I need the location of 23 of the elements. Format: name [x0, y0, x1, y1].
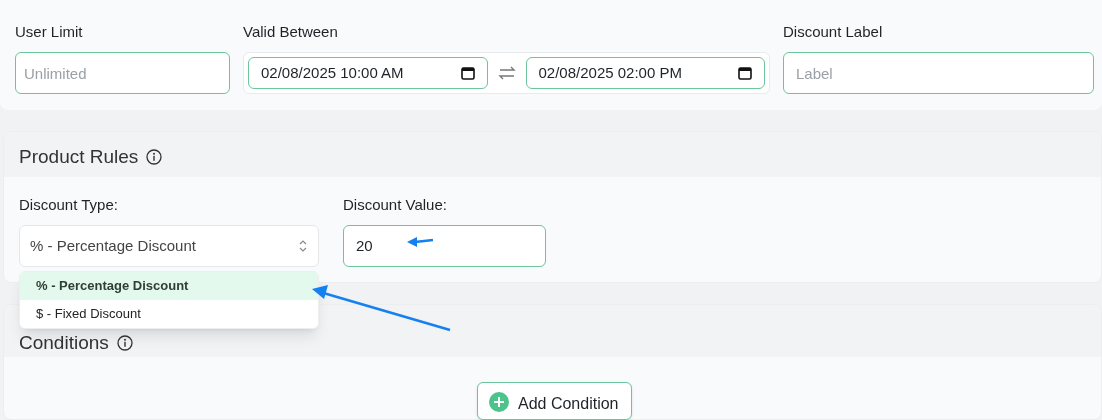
select-field[interactable]: % - Percentage Discount [19, 225, 319, 267]
add-condition-button[interactable]: Add Condition [477, 382, 632, 420]
swap-arrows-icon[interactable] [497, 65, 516, 81]
date-time-field[interactable]: 02/08/2025 02:00 PM [525, 57, 765, 89]
input-field[interactable]: Unlimited [15, 52, 230, 94]
section-title: Product Rules [19, 145, 139, 169]
chevron-updown-icon [298, 239, 308, 253]
plus-circle-icon [489, 392, 509, 412]
info-icon [116, 335, 133, 352]
dropdown-option[interactable]: $ - Fixed Discount [20, 300, 318, 328]
calendar-icon[interactable] [738, 66, 752, 80]
field-label: User Limit [15, 22, 84, 42]
field-label: Valid Between [243, 22, 339, 42]
date-time-field[interactable]: 02/08/2025 10:00 AM [248, 57, 488, 89]
section-title: Conditions [19, 331, 109, 355]
field-label: Discount Type: [19, 195, 119, 215]
info-icon [146, 149, 163, 166]
input-field[interactable]: 20 [343, 225, 546, 267]
dropdown-option[interactable]: % - Percentage Discount [20, 272, 318, 300]
field-label: Discount Value: [343, 195, 448, 215]
calendar-icon[interactable] [460, 66, 475, 80]
input-field[interactable]: Label [783, 52, 1094, 94]
field-label: Discount Label [783, 22, 884, 42]
